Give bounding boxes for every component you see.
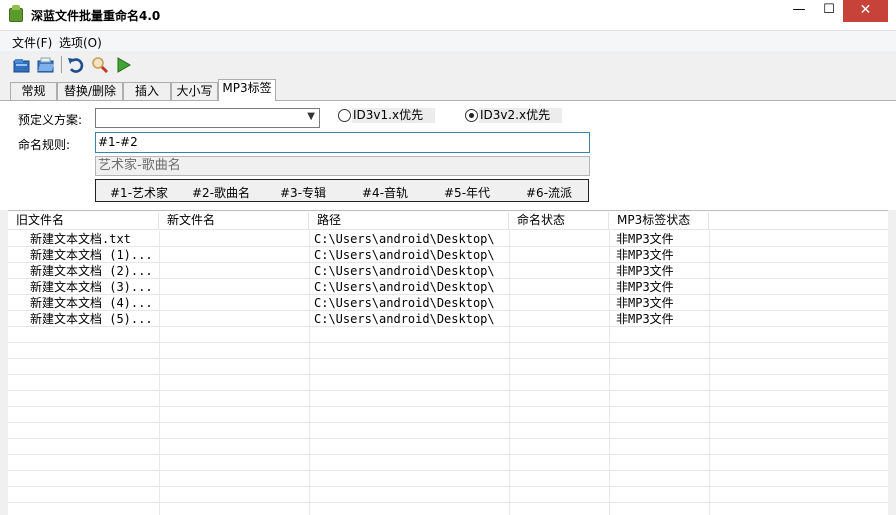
table-row[interactable] [8,375,888,391]
cell-path: C:\Users\android\Desktop\ [314,312,495,326]
open-folder-icon[interactable] [36,55,56,75]
rule-input[interactable]: #1-#2 [95,132,590,153]
cell-rename-status [516,263,606,279]
cell-old-name: 新建文本文档 (5)... [30,312,153,326]
table-row[interactable]: 新建文本文档 (2)... C:\Users\android\Desktop\ 非M… [8,263,888,279]
cell-mp3-status: 非MP3文件 [616,248,674,262]
table-row[interactable] [8,359,888,375]
search-icon[interactable] [90,55,110,75]
maximize-button[interactable]: ☐ [815,0,843,22]
cell-new-name [166,311,306,327]
table-row[interactable]: 新建文本文档 (3)... C:\Users\android\Desktop\ 非M… [8,279,888,295]
cell-rename-status [516,231,606,247]
id3v2-radio-dot[interactable] [465,109,478,122]
open-file-icon[interactable] [12,55,32,75]
table-row[interactable] [8,391,888,407]
cell-path: C:\Users\android\Desktop\ [314,280,495,294]
col-old-name[interactable]: 旧文件名 [8,212,159,229]
token-title: #2-歌曲名 [192,186,251,200]
col-mp3-status[interactable]: MP3标签状态 [609,212,709,229]
preset-combobox[interactable]: ▼ [95,108,320,128]
cell-rename-status [516,247,606,263]
cell-new-name [166,279,306,295]
window-title: 深蓝文件批量重命名4.0 [31,9,161,23]
rule-label: 命名规则: [18,138,71,152]
cell-rename-status [516,295,606,311]
cell-new-name [166,295,306,311]
tab-replace-delete[interactable]: 替换/删除 [57,82,123,101]
cell-new-name [166,231,306,247]
cell-rename-status [516,311,606,327]
id3v1-radio-dot[interactable] [338,109,351,122]
token-track: #4-音轨 [362,186,409,200]
tab-strip: 常规 替换/删除 插入 大小写 MP3标签 [0,79,896,101]
run-icon[interactable] [114,55,134,75]
table-row[interactable] [8,327,888,343]
list-header: 旧文件名 新文件名 路径 命名状态 MP3标签状态 [8,211,888,230]
table-row[interactable] [8,503,888,515]
cell-mp3-status: 非MP3文件 [616,296,674,310]
table-row[interactable]: 新建文本文档.txt C:\Users\android\Desktop\ 非MP3文… [8,231,888,247]
cell-old-name: 新建文本文档 (3)... [30,280,153,294]
cell-mp3-status: 非MP3文件 [616,280,674,294]
table-row[interactable]: 新建文本文档 (1)... C:\Users\android\Desktop\ 非M… [8,247,888,263]
cell-old-name: 新建文本文档 (2)... [30,264,153,278]
tab-mp3-tags[interactable]: MP3标签 [218,79,276,101]
table-row[interactable] [8,455,888,471]
tab-general[interactable]: 常规 [10,82,57,101]
cell-rename-status [516,279,606,295]
cell-path: C:\Users\android\Desktop\ [314,232,495,246]
col-path[interactable]: 路径 [309,212,509,229]
cell-old-name: 新建文本文档 (1)... [30,248,153,262]
tab-insert[interactable]: 插入 [123,82,171,101]
token-artist: #1-艺术家 [110,186,169,200]
menu-options[interactable]: 选项(O) [59,34,102,51]
table-row[interactable] [8,423,888,439]
toolbar-separator [61,56,62,73]
cell-old-name: 新建文本文档.txt [30,232,131,246]
cell-old-name: 新建文本文档 (4)... [30,296,153,310]
cell-mp3-status: 非MP3文件 [616,232,674,246]
col-new-name[interactable]: 新文件名 [159,212,309,229]
toolbar [0,51,896,78]
id3v1-label: ID3v1.x优先 [352,108,436,123]
table-row[interactable]: 新建文本文档 (4)... C:\Users\android\Desktop\ 非M… [8,295,888,311]
token-year: #5-年代 [444,186,491,200]
table-row[interactable]: 新建文本文档 (5)... C:\Users\android\Desktop\ 非M… [8,311,888,327]
cell-mp3-status: 非MP3文件 [616,312,674,326]
chevron-down-icon[interactable]: ▼ [307,111,315,122]
id3v2-label: ID3v2.x优先 [479,108,563,123]
token-legend: #1-艺术家 #2-歌曲名 #3-专辑 #4-音轨 #5-年代 #6-流派 [95,179,589,202]
token-album: #3-专辑 [280,186,327,200]
tab-case[interactable]: 大小写 [171,82,218,101]
menu-bar: 文件(F) 选项(O) [0,31,896,51]
rule-preview: 艺术家-歌曲名 [95,156,590,176]
token-genre: #6-流派 [526,186,573,200]
table-row[interactable] [8,343,888,359]
menu-file[interactable]: 文件(F) [12,34,52,51]
file-list[interactable]: 旧文件名 新文件名 路径 命名状态 MP3标签状态 新建文本文档.txt C:\U… [8,210,888,515]
close-button[interactable]: ✕ [843,0,888,22]
table-row[interactable] [8,439,888,455]
title-bar: 深蓝文件批量重命名4.0 — ☐ ✕ [0,0,896,31]
preset-label: 预定义方案: [18,113,83,127]
cell-path: C:\Users\android\Desktop\ [314,296,495,310]
table-row[interactable] [8,407,888,423]
cell-path: C:\Users\android\Desktop\ [314,248,495,262]
minimize-button[interactable]: — [783,0,815,22]
table-row[interactable] [8,471,888,487]
cell-mp3-status: 非MP3文件 [616,264,674,278]
cell-new-name [166,263,306,279]
table-row[interactable] [8,487,888,503]
app-icon [9,5,23,22]
cell-path: C:\Users\android\Desktop\ [314,264,495,278]
undo-icon[interactable] [66,55,86,75]
cell-new-name [166,247,306,263]
col-rename-status[interactable]: 命名状态 [509,212,609,229]
